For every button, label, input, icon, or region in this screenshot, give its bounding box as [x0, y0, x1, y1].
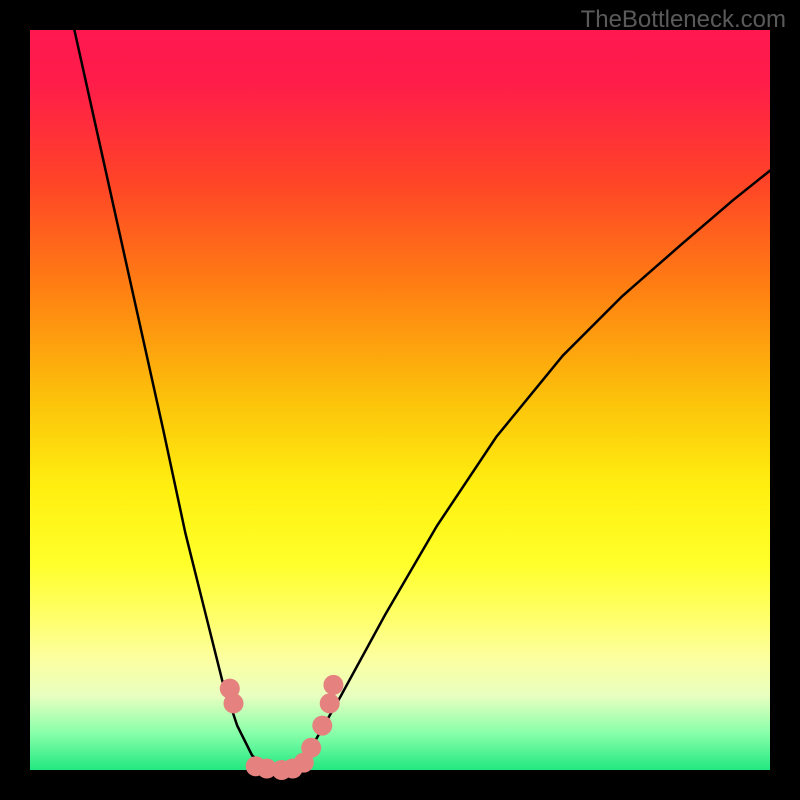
watermark-text: TheBottleneck.com: [581, 6, 786, 34]
marker-point: [224, 693, 244, 713]
chart-container: TheBottleneck.com: [0, 0, 800, 800]
marker-point: [301, 738, 321, 758]
marker-point: [312, 716, 332, 736]
gradient-background: [30, 30, 770, 770]
bottleneck-chart: [0, 0, 800, 800]
marker-point: [323, 675, 343, 695]
marker-point: [320, 693, 340, 713]
